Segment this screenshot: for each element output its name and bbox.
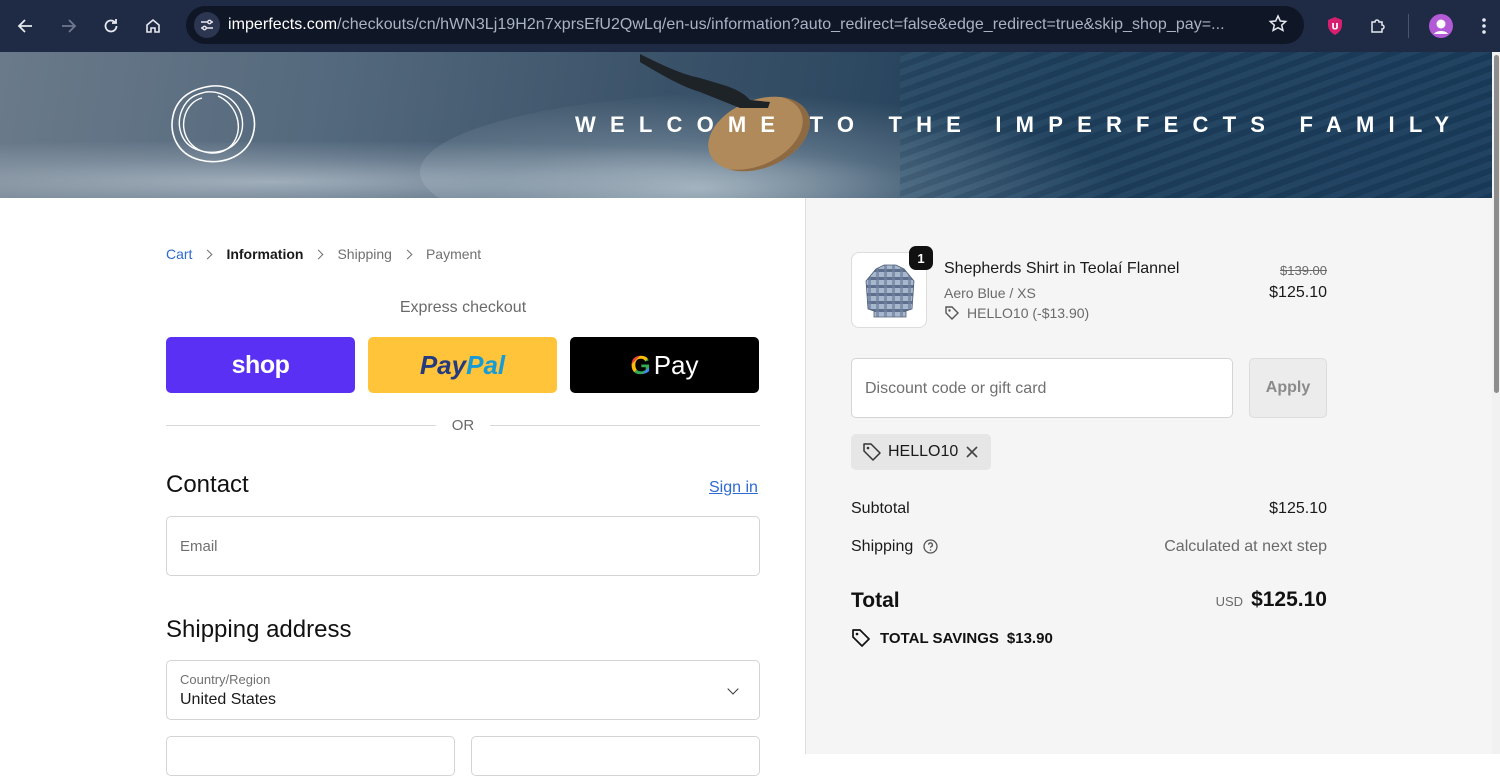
total-value: $125.10	[1251, 588, 1327, 611]
bookmark-star-icon[interactable]	[1268, 14, 1288, 39]
chevron-right-icon	[402, 249, 413, 259]
google-g-icon: G	[630, 349, 651, 380]
paypal-label-1: Pay	[419, 349, 467, 380]
breadcrumb-information: Information	[226, 246, 304, 262]
total-amount: USD $125.10	[1216, 588, 1327, 612]
shop-pay-button[interactable]: shop	[166, 337, 355, 393]
subtotal-value: $125.10	[1269, 500, 1327, 517]
chevron-down-icon	[727, 683, 739, 695]
contact-title: Contact	[166, 471, 249, 498]
browser-toolbar: imperfects.com/checkouts/cn/hWN3Lj19H2n7…	[0, 0, 1500, 52]
forward-icon[interactable]	[54, 12, 82, 40]
back-icon[interactable]	[12, 12, 40, 40]
country-value: United States	[180, 691, 277, 708]
discount-code-input[interactable]: Discount code or gift card	[851, 358, 1233, 418]
product-name: Shepherds Shirt in Teolaí Flannel	[944, 260, 1180, 277]
currency-code: USD	[1215, 594, 1244, 609]
quantity-badge: 1	[909, 246, 933, 270]
tag-icon	[945, 306, 959, 320]
breadcrumb-shipping: Shipping	[337, 246, 392, 262]
tag-icon	[852, 629, 870, 647]
applied-code: HELLO10	[888, 443, 959, 460]
country-select[interactable]: Country/Region United States	[166, 660, 760, 720]
extension-shield-icon[interactable]: U	[1321, 12, 1349, 40]
url-host: imperfects.com	[228, 16, 338, 33]
breadcrumb-payment: Payment	[425, 246, 482, 262]
or-text: OR	[451, 417, 475, 434]
country-label: Country/Region	[180, 672, 271, 687]
breadcrumb-cart[interactable]: Cart	[166, 246, 192, 262]
first-name-field[interactable]	[166, 736, 455, 776]
welcome-tagline: WELCOME TO THE IMPERFECTS FAMILY	[575, 112, 1464, 137]
shipping-address-title: Shipping address	[166, 616, 352, 643]
discounted-price: $125.10	[1269, 284, 1327, 301]
hero-banner: WELCOME TO THE IMPERFECTS FAMILY	[0, 52, 1492, 198]
chevron-right-icon	[203, 249, 213, 259]
imperfects-logo	[171, 85, 256, 163]
home-icon[interactable]	[139, 12, 167, 40]
address-bar[interactable]: imperfects.com/checkouts/cn/hWN3Lj19H2n7…	[186, 6, 1304, 44]
email-placeholder: Email	[180, 538, 218, 555]
site-info-icon[interactable]	[194, 12, 220, 38]
shipping-value: Calculated at next step	[1164, 538, 1327, 555]
or-divider: OR	[166, 416, 760, 436]
shop-pay-label: shop	[231, 350, 290, 379]
remove-code-close-icon[interactable]	[965, 445, 979, 459]
profile-avatar[interactable]	[1427, 12, 1455, 40]
shipping-row: Shipping Calculated at next step	[851, 538, 1327, 556]
total-savings: TOTAL SAVINGS $13.90	[851, 628, 1053, 648]
paypal-label-2: Pal	[466, 349, 506, 380]
total-label: Total	[851, 589, 900, 612]
chevron-right-icon	[314, 249, 324, 259]
original-price: $139.00	[1280, 263, 1327, 278]
email-field[interactable]: Email	[166, 516, 760, 576]
product-discount: HELLO10 (-$13.90)	[944, 305, 1089, 321]
shipping-label: Shipping	[851, 538, 914, 555]
apply-button[interactable]: Apply	[1249, 358, 1327, 418]
sign-in-link[interactable]: Sign in	[709, 479, 758, 497]
url-path: /checkouts/cn/hWN3Lj19H2n7xprsEfU2QwLq/e…	[337, 16, 1225, 33]
paypal-button[interactable]: Pay Pal	[368, 337, 557, 393]
savings-value: $13.90	[1006, 629, 1053, 647]
last-name-field[interactable]	[471, 736, 760, 776]
product-discount-text: HELLO10 (-$13.90)	[967, 305, 1090, 321]
url-text[interactable]: imperfects.com/checkouts/cn/hWN3Lj19H2n7…	[228, 16, 1258, 34]
subtotal-row: Subtotal $125.10	[851, 500, 1327, 518]
reload-icon[interactable]	[97, 12, 125, 40]
help-circle-icon[interactable]	[923, 539, 938, 554]
product-variant: Aero Blue / XS	[944, 285, 1036, 301]
google-pay-label: Pay	[653, 349, 699, 380]
tag-icon	[863, 443, 881, 461]
subtotal-label: Subtotal	[851, 500, 910, 517]
scrollbar-thumb[interactable]	[1494, 55, 1499, 393]
discount-placeholder: Discount code or gift card	[865, 380, 1047, 397]
menu-dots-icon[interactable]	[1470, 12, 1498, 40]
svg-text:U: U	[1331, 23, 1338, 33]
extensions-puzzle-icon[interactable]	[1364, 12, 1392, 40]
express-checkout-heading: Express checkout	[399, 299, 527, 316]
google-pay-button[interactable]: G Pay	[570, 337, 759, 393]
toolbar-divider	[1408, 14, 1409, 38]
applied-discount-chip: HELLO10	[851, 434, 991, 470]
savings-label: TOTAL SAVINGS	[880, 629, 999, 647]
breadcrumb: Cart Information Shipping Payment	[166, 246, 481, 262]
